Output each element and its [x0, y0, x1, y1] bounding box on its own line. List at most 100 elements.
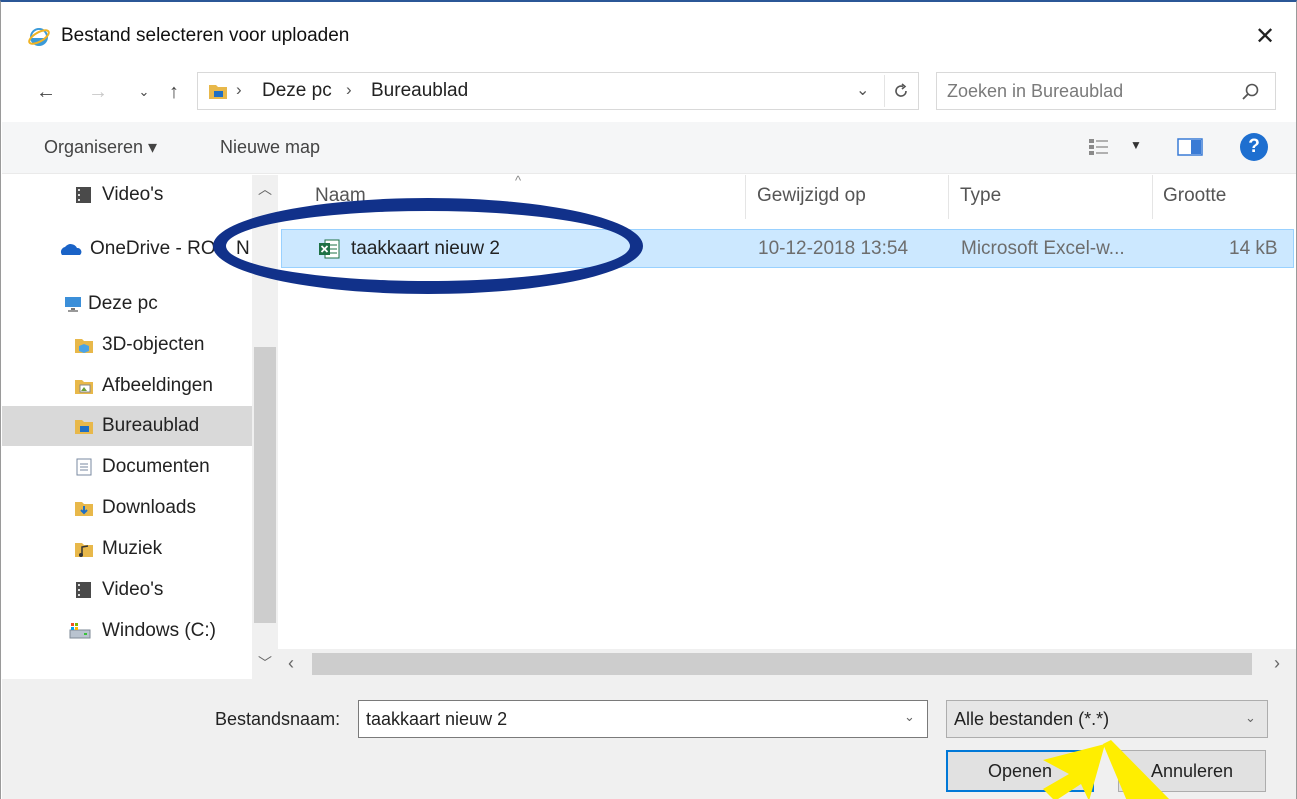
column-divider[interactable] — [948, 175, 949, 219]
nav-item-label: 3D-objecten — [102, 334, 205, 355]
nav-item-videos[interactable]: Video's — [2, 175, 252, 215]
preview-pane-icon[interactable] — [1177, 137, 1203, 157]
file-name: taakkaart nieuw 2 — [351, 238, 500, 259]
search-icon — [1242, 83, 1259, 100]
nav-item-label-overflow: N — [236, 238, 250, 259]
video-folder-icon — [76, 582, 91, 598]
scroll-left-button[interactable]: ‹ — [288, 653, 294, 674]
search-box[interactable] — [936, 72, 1276, 110]
title-bar: Bestand selecteren voor uploaden ✕ — [1, 12, 1296, 60]
nav-item-label: OneDrive - RO — [90, 238, 216, 259]
filename-area: Bestandsnaam: ⌄ Alle bestanden (*.*) ⌄ O… — [2, 679, 1296, 799]
pictures-folder-icon — [75, 380, 93, 394]
view-dropdown-button[interactable]: ▼ — [1130, 138, 1142, 152]
nav-item-label: Documenten — [102, 456, 210, 477]
column-divider[interactable] — [1152, 175, 1153, 219]
address-dropdown-button[interactable]: ⌄ — [856, 80, 869, 100]
refresh-icon — [894, 83, 907, 97]
nav-item-label: Deze pc — [88, 293, 158, 314]
file-open-dialog: Bestand selecteren voor uploaden ✕ ← → ⌄… — [0, 0, 1297, 799]
scroll-up-button[interactable]: ︿ — [252, 177, 278, 201]
nav-item-this-pc[interactable]: Deze pc — [2, 284, 252, 324]
recent-locations-button[interactable]: ⌄ — [131, 79, 157, 105]
breadcrumb-separator: › — [236, 80, 242, 99]
refresh-button[interactable] — [884, 75, 916, 107]
horizontal-scrollbar[interactable]: ‹ › — [278, 649, 1296, 679]
close-button[interactable]: ✕ — [1247, 18, 1283, 54]
internet-explorer-icon — [28, 28, 50, 46]
breadcrumb-desktop[interactable]: Bureaublad — [371, 80, 468, 102]
search-input[interactable] — [937, 73, 1227, 109]
chevron-down-icon[interactable]: ⌄ — [904, 709, 915, 725]
sort-ascending-icon: ^ — [515, 173, 522, 188]
desktop-folder-icon — [75, 420, 93, 434]
nav-item-videos-2[interactable]: Video's — [2, 570, 252, 610]
nav-item-music[interactable]: Muziek — [2, 529, 252, 569]
nav-item-label: Windows (C:) — [102, 620, 217, 641]
video-folder-icon — [76, 187, 91, 203]
documents-folder-icon — [76, 458, 92, 476]
help-icon[interactable]: ? — [1240, 133, 1268, 161]
chevron-down-icon: ⌄ — [1245, 710, 1256, 725]
nav-item-documents[interactable]: Documenten — [2, 447, 252, 487]
nav-item-windows-c[interactable]: Windows (C:) — [2, 611, 252, 651]
nav-scroll-thumb[interactable] — [254, 347, 276, 623]
nav-item-downloads[interactable]: Downloads — [2, 488, 252, 528]
scroll-down-button[interactable]: ﹀ — [252, 651, 278, 675]
window-title: Bestand selecteren voor uploaden — [61, 25, 350, 46]
new-folder-button[interactable]: Nieuwe map — [220, 137, 320, 158]
organize-button[interactable]: Organiseren ▾ — [44, 137, 157, 158]
open-button[interactable]: Openen — [946, 750, 1094, 792]
column-header-modified[interactable]: Gewijzigd op — [757, 185, 866, 207]
downloads-folder-icon — [75, 502, 93, 516]
nav-item-label: Bureaublad — [102, 415, 200, 436]
breadcrumb-this-pc[interactable]: Deze pc — [262, 80, 332, 102]
file-list: ^ Naam Gewijzigd op Type Grootte taakkaa… — [278, 173, 1296, 679]
nav-item-label: Afbeeldingen — [102, 375, 213, 396]
nav-item-onedrive[interactable]: OneDrive - RO N — [2, 229, 252, 269]
filename-label: Bestandsnaam: — [215, 709, 341, 729]
3d-objects-folder-icon — [75, 339, 93, 353]
cancel-button[interactable]: Annuleren — [1118, 750, 1266, 792]
open-button-label: Openen — [987, 760, 1053, 781]
drive-icon — [69, 623, 91, 639]
nav-item-label: Video's — [102, 184, 164, 205]
filename-input[interactable] — [359, 701, 889, 737]
chevron-down-icon: ⌄ — [138, 84, 150, 99]
nav-item-3d-objects[interactable]: 3D-objecten — [2, 325, 252, 365]
arrow-up-icon: ↑ — [169, 80, 179, 103]
breadcrumb-separator: › — [346, 80, 352, 99]
file-type-filter[interactable]: Alle bestanden (*.*) ⌄ — [946, 700, 1268, 738]
this-pc-icon — [65, 297, 81, 312]
up-button[interactable]: ↑ — [161, 79, 187, 105]
navigation-pane: Video's OneDrive - RO N Deze pc 3D-objec… — [2, 175, 278, 679]
column-header-size[interactable]: Grootte — [1163, 185, 1226, 207]
nav-item-desktop[interactable]: Bureaublad — [2, 406, 252, 446]
view-options-icon[interactable] — [1088, 137, 1110, 157]
back-button[interactable]: ← — [33, 79, 59, 105]
music-folder-icon — [75, 543, 93, 557]
desktop-folder-icon — [209, 85, 227, 99]
filename-combobox[interactable]: ⌄ — [358, 700, 928, 738]
file-row[interactable]: taakkaart nieuw 2 10-12-2018 13:54 Micro… — [281, 229, 1294, 268]
file-type: Microsoft Excel-w... — [961, 238, 1125, 259]
forward-button[interactable]: → — [85, 79, 111, 105]
nav-item-label: Muziek — [102, 538, 163, 559]
column-divider[interactable] — [745, 175, 746, 219]
horizontal-scroll-thumb[interactable] — [312, 653, 1252, 675]
arrow-right-icon: → — [88, 80, 108, 103]
command-bar: Organiseren ▾ Nieuwe map ▼ ? — [2, 122, 1296, 174]
excel-file-icon — [319, 239, 340, 259]
nav-scrollbar[interactable]: ︿ ﹀ — [252, 175, 278, 679]
arrow-left-icon: ← — [36, 80, 56, 103]
file-type-filter-label: Alle bestanden (*.*) — [954, 709, 1110, 729]
address-bar[interactable]: › Deze pc › Bureaublad ⌄ — [197, 72, 919, 110]
column-header-name[interactable]: Naam — [315, 185, 366, 207]
column-header-type[interactable]: Type — [960, 185, 1001, 207]
scroll-right-button[interactable]: › — [1274, 653, 1280, 674]
close-icon: ✕ — [1254, 22, 1276, 50]
nav-item-pictures[interactable]: Afbeeldingen — [2, 366, 252, 406]
nav-item-label: Downloads — [102, 497, 196, 518]
nav-item-label: Video's — [102, 579, 164, 600]
file-modified: 10-12-2018 13:54 — [758, 238, 909, 259]
